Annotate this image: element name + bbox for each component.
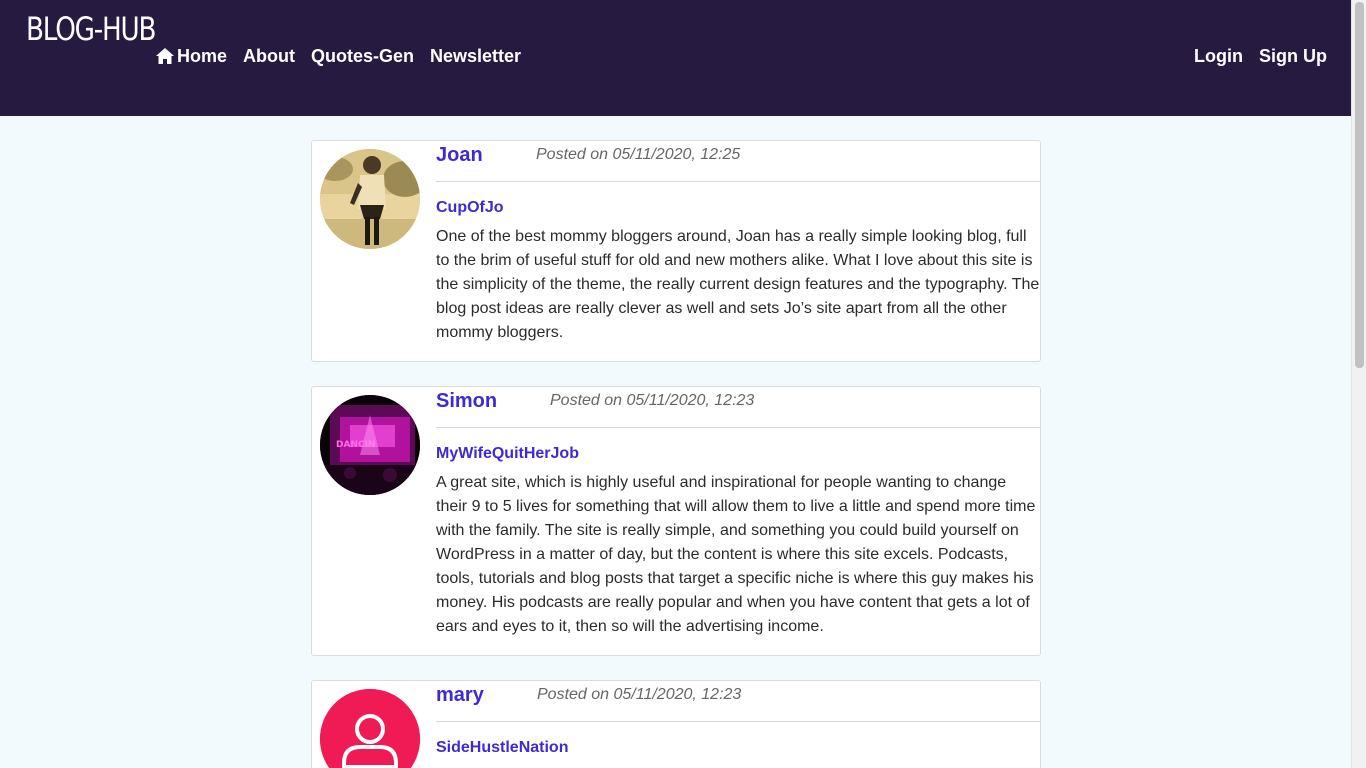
post-body: One of the best mommy bloggers around, J…: [436, 228, 1040, 341]
avatar: [320, 689, 420, 768]
post-card: mary Posted on 05/11/2020, 12:23 SideHus…: [311, 680, 1041, 768]
nav-about-link[interactable]: About: [243, 45, 295, 67]
post-date: Posted on 05/11/2020, 12:23: [537, 686, 742, 703]
home-icon: [156, 48, 174, 64]
user-icon: [320, 689, 420, 768]
avatar: DANCIN: [320, 395, 420, 495]
nav-home-label: Home: [177, 46, 228, 66]
post-divider: [436, 721, 1040, 722]
avatar: [320, 149, 420, 249]
blog-name-link[interactable]: MyWifeQuitHerJob: [436, 445, 579, 463]
top-navbar: BLOG-HUB Home About Quotes-Gen Newslette…: [0, 0, 1351, 116]
blog-name-link[interactable]: CupOfJo: [436, 199, 504, 217]
post-card: DANCIN Simon Posted on 05/11/2020, 12:23…: [311, 386, 1041, 656]
post-divider: [436, 427, 1040, 428]
signup-link[interactable]: Sign Up: [1259, 45, 1327, 67]
scrollbar-thumb[interactable]: [1355, 2, 1364, 368]
page-scrollbar[interactable]: [1351, 0, 1366, 768]
main-nav: Home About Quotes-Gen Newsletter: [156, 45, 521, 67]
auth-nav: Login Sign Up: [1194, 45, 1327, 67]
login-link[interactable]: Login: [1194, 45, 1243, 67]
nav-quotes-gen-link[interactable]: Quotes-Gen: [311, 45, 414, 67]
nav-home-link[interactable]: Home: [156, 45, 227, 67]
blog-name-link[interactable]: SideHustleNation: [436, 739, 568, 757]
brand-logo[interactable]: BLOG-HUB: [26, 10, 156, 48]
post-date: Posted on 05/11/2020, 12:25: [536, 146, 741, 163]
post-author[interactable]: Joan: [436, 144, 483, 167]
post-card: Joan Posted on 05/11/2020, 12:25 CupOfJo…: [311, 140, 1041, 362]
post-date: Posted on 05/11/2020, 12:23: [550, 392, 755, 409]
post-author[interactable]: Simon: [436, 390, 497, 413]
post-author[interactable]: mary: [436, 684, 484, 707]
post-divider: [436, 181, 1040, 182]
post-body: A great site, which is highly useful and…: [436, 474, 1036, 635]
nav-newsletter-link[interactable]: Newsletter: [430, 45, 521, 67]
